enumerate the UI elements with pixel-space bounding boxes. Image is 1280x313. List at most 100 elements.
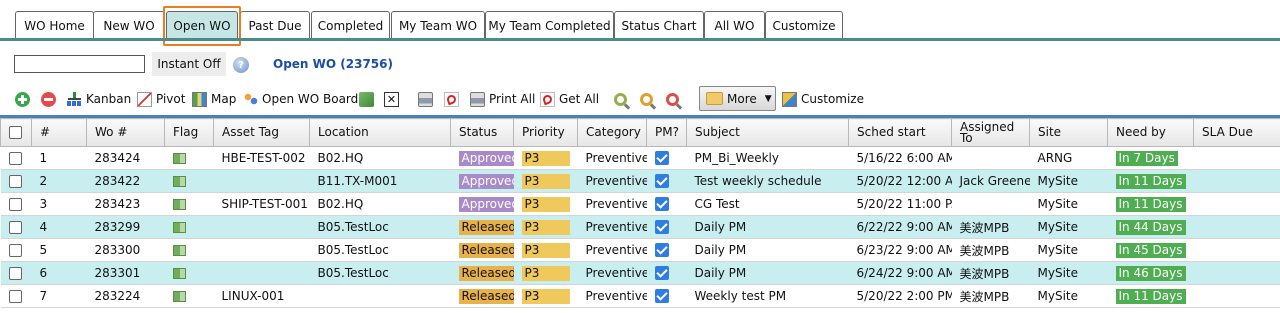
row-number: 2 bbox=[31, 169, 87, 193]
row-select-cell[interactable] bbox=[0, 169, 32, 193]
row-select-cell[interactable] bbox=[0, 261, 32, 285]
category: Preventive bbox=[577, 284, 647, 308]
pm-checked-icon bbox=[654, 220, 669, 235]
row-checkbox[interactable] bbox=[8, 152, 22, 165]
open-wo-board-button[interactable]: Open WO Board bbox=[243, 86, 358, 112]
print-all-button[interactable]: Print All bbox=[470, 86, 535, 112]
print-button[interactable] bbox=[418, 86, 437, 112]
table-row[interactable]: 4 283299 B05.TestLoc Released P3 Preventive Da… bbox=[0, 215, 1280, 239]
search-input[interactable] bbox=[14, 55, 145, 73]
get-all-button[interactable]: Get All bbox=[540, 86, 599, 112]
wo-number[interactable]: 283423 bbox=[86, 192, 165, 216]
row-select-cell[interactable] bbox=[0, 215, 32, 239]
kanban-button[interactable]: Kanban bbox=[67, 86, 131, 112]
subject: Daily PM bbox=[686, 238, 849, 262]
customize-button[interactable]: Customize bbox=[782, 86, 864, 112]
wo-number[interactable]: 283301 bbox=[86, 261, 165, 285]
tab-all-wo[interactable]: All WO bbox=[704, 11, 765, 39]
column-header[interactable]: PM? bbox=[646, 118, 687, 147]
flag-icon bbox=[172, 176, 186, 187]
row-select-cell[interactable] bbox=[0, 192, 32, 216]
wo-number[interactable]: 283299 bbox=[86, 215, 165, 239]
row-select-cell[interactable] bbox=[0, 238, 32, 262]
select-all-checkbox[interactable] bbox=[9, 126, 22, 139]
zoom-out-button[interactable] bbox=[666, 86, 683, 112]
column-header[interactable]: Site bbox=[1029, 118, 1108, 147]
row-checkbox[interactable] bbox=[8, 244, 22, 257]
map-button[interactable]: Map bbox=[192, 86, 236, 112]
priority-cell: P3 bbox=[513, 238, 578, 262]
close-button[interactable]: ✕ bbox=[384, 86, 403, 112]
wo-number[interactable]: 283424 bbox=[86, 146, 165, 170]
pm-checked-icon bbox=[654, 266, 669, 281]
column-header[interactable]: Subject bbox=[686, 118, 849, 147]
column-header[interactable]: Location bbox=[309, 118, 451, 147]
tab-my-team-wo[interactable]: My Team WO bbox=[391, 11, 485, 39]
row-checkbox[interactable] bbox=[8, 290, 22, 303]
row-checkbox[interactable] bbox=[8, 221, 22, 234]
column-header[interactable]: Asset Tag bbox=[213, 118, 310, 147]
row-select-cell[interactable] bbox=[0, 146, 32, 170]
site: MySite bbox=[1029, 284, 1108, 308]
zoom-in-button[interactable] bbox=[614, 86, 631, 112]
zoom-button[interactable] bbox=[640, 86, 657, 112]
wo-number[interactable]: 283224 bbox=[86, 284, 165, 308]
column-header[interactable]: Priority bbox=[513, 118, 578, 147]
flag-icon bbox=[172, 222, 186, 233]
asset-tag bbox=[213, 215, 310, 239]
table-row[interactable]: 6 283301 B05.TestLoc Released P3 Preventive Da… bbox=[0, 261, 1280, 285]
column-header[interactable]: Wo # bbox=[86, 118, 165, 147]
column-header[interactable]: SLA Due bbox=[1193, 118, 1280, 147]
tab-my-team-completed[interactable]: My Team Completed bbox=[485, 11, 614, 39]
location: B05.TestLoc bbox=[309, 215, 451, 239]
add-button[interactable] bbox=[15, 86, 34, 112]
tab-open-wo[interactable]: Open WO bbox=[166, 11, 238, 39]
export-button[interactable] bbox=[359, 86, 378, 112]
instant-toggle-button[interactable]: Instant Off bbox=[152, 52, 226, 76]
tab-customize[interactable]: Customize bbox=[765, 11, 843, 39]
row-number: 3 bbox=[31, 192, 87, 216]
pdf-button[interactable] bbox=[444, 86, 463, 112]
wo-number[interactable]: 283422 bbox=[86, 169, 165, 193]
need-by-cell: In 45 Days bbox=[1107, 238, 1194, 262]
column-header[interactable]: Need by bbox=[1107, 118, 1194, 147]
pivot-button[interactable]: Pivot bbox=[137, 86, 185, 112]
more-label: More bbox=[727, 91, 757, 106]
row-checkbox[interactable] bbox=[8, 267, 22, 280]
table-row[interactable]: 3 283423 SHIP-TEST-001 B02.HQ Approved P3 Prev… bbox=[0, 192, 1280, 216]
wo-number[interactable]: 283300 bbox=[86, 238, 165, 262]
more-dropdown-button[interactable]: More ▼ bbox=[699, 86, 776, 111]
priority-badge: P3 bbox=[521, 196, 570, 212]
column-header[interactable]: Sched start bbox=[848, 118, 952, 147]
table-row[interactable]: 5 283300 B05.TestLoc Released P3 Preventive Da… bbox=[0, 238, 1280, 262]
help-icon[interactable]: ? bbox=[233, 57, 249, 73]
flag-icon bbox=[172, 291, 186, 302]
table-row[interactable]: 7 283224 LINUX-001 Released P3 Preventive Week… bbox=[0, 284, 1280, 308]
column-header[interactable]: # bbox=[31, 118, 87, 147]
table-row[interactable]: 1 283424 HBE-TEST-002 B02.HQ Approved P3 Preve… bbox=[0, 146, 1280, 170]
tab-past-due[interactable]: Past Due bbox=[240, 11, 310, 39]
table-row[interactable]: 2 283422 B11.TX-M001 Approved P3 Preventive Te… bbox=[0, 169, 1280, 193]
row-checkbox[interactable] bbox=[8, 198, 22, 211]
column-header[interactable]: Assigned To bbox=[951, 118, 1030, 147]
assigned-to: 美波MPB bbox=[951, 238, 1030, 262]
tab-completed[interactable]: Completed bbox=[311, 11, 390, 39]
column-header[interactable]: Status bbox=[450, 118, 514, 147]
select-all-header[interactable] bbox=[0, 118, 32, 147]
tab-new-wo[interactable]: New WO bbox=[93, 11, 165, 39]
assigned-to: 美波MPB bbox=[951, 284, 1030, 308]
delete-button[interactable] bbox=[41, 86, 60, 112]
sched-start: 5/20/22 2:00 PM... bbox=[848, 284, 952, 308]
column-header[interactable]: Category bbox=[577, 118, 647, 147]
category: Preventive bbox=[577, 169, 647, 193]
row-select-cell[interactable] bbox=[0, 284, 32, 308]
site: MySite bbox=[1029, 192, 1108, 216]
flag-cell bbox=[164, 192, 214, 216]
row-checkbox[interactable] bbox=[8, 175, 22, 188]
pm-checked-icon bbox=[654, 174, 669, 189]
site: MySite bbox=[1029, 238, 1108, 262]
kanban-icon bbox=[67, 91, 82, 107]
tab-wo-home[interactable]: WO Home bbox=[15, 11, 94, 39]
column-header[interactable]: Flag bbox=[164, 118, 214, 147]
tab-status-chart[interactable]: Status Chart bbox=[614, 11, 704, 39]
